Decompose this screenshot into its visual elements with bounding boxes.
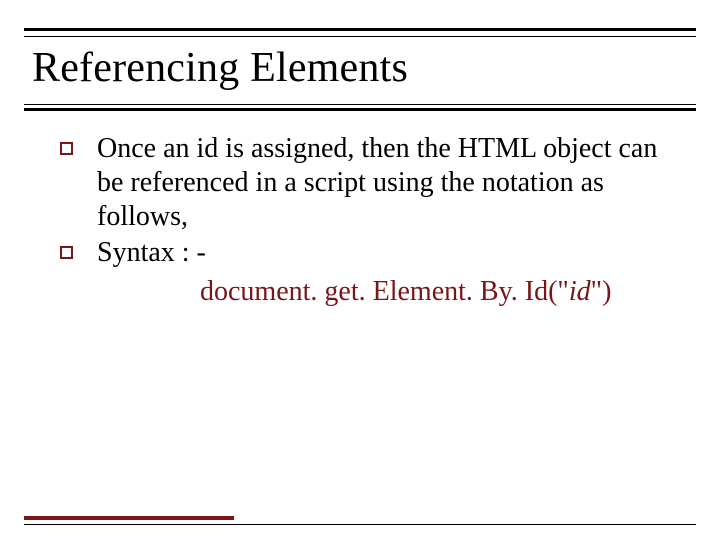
syntax-prefix: document. get. Element. By. Id(" (200, 276, 569, 307)
square-bullet-icon (60, 142, 73, 155)
bullet-item: Syntax : - (60, 236, 680, 270)
footer-accent-bar (24, 516, 234, 520)
bullet-text: Syntax : - (97, 236, 680, 270)
top-double-rule (24, 28, 696, 31)
slide: Referencing Elements Once an id is assig… (0, 0, 720, 540)
syntax-example: document. get. Element. By. Id("id") (200, 275, 680, 309)
square-bullet-icon (60, 246, 73, 259)
slide-title: Referencing Elements (32, 44, 408, 92)
syntax-id-param: id (569, 276, 591, 307)
footer-rule (24, 524, 696, 525)
syntax-suffix: ") (591, 276, 612, 307)
bullet-item: Once an id is assigned, then the HTML ob… (60, 132, 680, 234)
title-underline-rule (24, 104, 696, 105)
bullet-text: Once an id is assigned, then the HTML ob… (97, 132, 680, 234)
slide-body: Once an id is assigned, then the HTML ob… (60, 132, 680, 309)
